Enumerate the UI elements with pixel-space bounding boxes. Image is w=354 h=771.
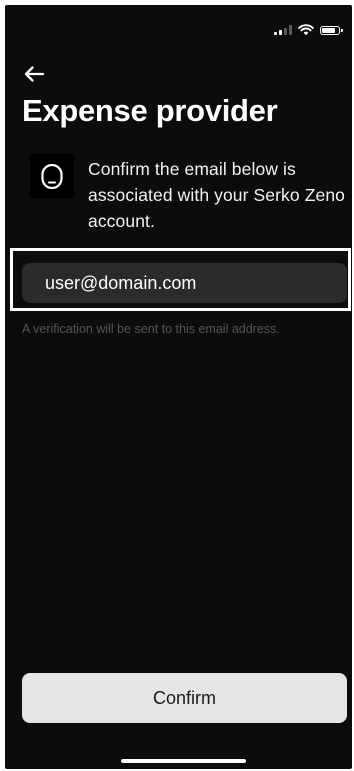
email-field[interactable] xyxy=(22,263,347,303)
arrow-left-icon xyxy=(24,66,45,82)
page-title: Expense provider xyxy=(22,93,278,128)
status-bar xyxy=(274,23,343,37)
cellular-signal-icon xyxy=(274,25,292,35)
wifi-icon xyxy=(298,24,314,36)
provider-message: Confirm the email below is associated wi… xyxy=(88,159,345,231)
verification-helper-text: A verification will be sent to this emai… xyxy=(22,322,280,336)
serko-zeno-logo-icon xyxy=(30,154,74,198)
back-button[interactable] xyxy=(19,59,49,89)
home-indicator xyxy=(121,759,246,763)
battery-icon xyxy=(320,25,343,35)
confirm-button[interactable]: Confirm xyxy=(22,673,347,723)
app-screen: Expense provider Confirm the email below… xyxy=(5,5,352,769)
